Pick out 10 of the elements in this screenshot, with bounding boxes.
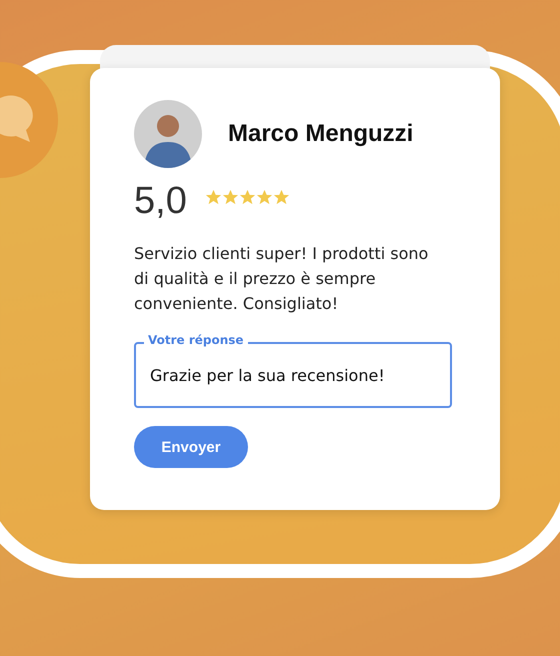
star-icon xyxy=(256,188,273,204)
star-icon xyxy=(238,188,256,204)
review-text: Servizio clienti super! I prodotti sono di qualità e il prezzo è sempre conveniente. Consigliato! xyxy=(134,243,430,315)
reviewer-name: Marco Menguzzi xyxy=(228,120,414,148)
star-icon xyxy=(222,188,239,204)
rating-score: 5,0 xyxy=(134,180,187,223)
star-icon xyxy=(204,188,222,204)
star-icon xyxy=(272,188,290,204)
send-button[interactable]: Envoyer xyxy=(134,426,248,468)
field-label: Votre réponse xyxy=(144,333,248,347)
